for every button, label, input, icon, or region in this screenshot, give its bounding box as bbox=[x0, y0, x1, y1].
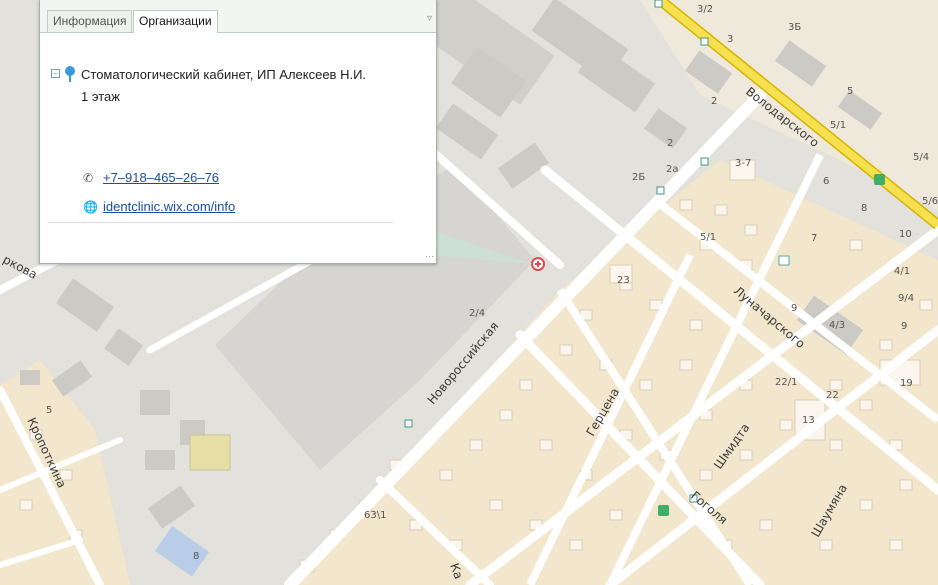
house-number: 3 bbox=[727, 34, 733, 45]
house-number: 5/1 bbox=[700, 232, 716, 243]
house-number: 2 bbox=[711, 96, 717, 107]
house-number: 7 bbox=[811, 233, 817, 244]
info-popup[interactable]: Информация Организации ▿ − Стоматологиче… bbox=[39, 0, 437, 264]
house-number: 3/2 bbox=[697, 4, 713, 15]
house-number: 4/3 bbox=[829, 320, 845, 331]
house-number: 5 bbox=[847, 86, 853, 97]
house-number: 63\1 bbox=[364, 510, 386, 521]
house-number: 5 bbox=[46, 405, 52, 416]
house-number: 4/1 bbox=[894, 266, 910, 277]
phone-row: ✆ +7–918–465–26–76 bbox=[83, 170, 219, 185]
phone-icon: ✆ bbox=[83, 171, 94, 185]
organization-floor: 1 этаж bbox=[81, 89, 120, 104]
house-number: 13 bbox=[802, 415, 815, 426]
globe-icon: 🌐 bbox=[83, 200, 98, 214]
house-number: 3-7 bbox=[735, 158, 751, 169]
house-number: 8 bbox=[193, 551, 199, 562]
map-pin-icon bbox=[65, 66, 75, 82]
house-number: 8 bbox=[861, 203, 867, 214]
house-number: 19 bbox=[900, 378, 913, 389]
house-number: 2 bbox=[667, 138, 673, 149]
house-number: 3Б bbox=[788, 22, 801, 33]
house-number: 2Б bbox=[632, 172, 645, 183]
organization-name[interactable]: Стоматологический кабинет, ИП Алексеев Н… bbox=[81, 67, 366, 82]
house-number: 9 bbox=[901, 321, 907, 332]
website-link[interactable]: identclinic.wix.com/info bbox=[103, 199, 235, 214]
divider bbox=[48, 222, 394, 223]
house-number: 6 bbox=[823, 176, 829, 187]
house-number: 9 bbox=[791, 303, 797, 314]
house-number: 9/4 bbox=[898, 293, 914, 304]
tab-organizations[interactable]: Организации bbox=[133, 10, 218, 33]
website-row: 🌐 identclinic.wix.com/info bbox=[83, 199, 235, 214]
house-number: 2а bbox=[666, 164, 679, 175]
tab-information[interactable]: Информация bbox=[47, 10, 133, 32]
resize-handle-icon[interactable]: ⋯ bbox=[425, 251, 434, 262]
house-number: 5/4 bbox=[913, 152, 929, 163]
house-number: 10 bbox=[899, 229, 912, 240]
house-number: 5/6 bbox=[922, 196, 938, 207]
house-number: 2/4 bbox=[469, 308, 485, 319]
popup-tab-bar: Информация Организации ▿ bbox=[40, 0, 436, 33]
house-number: 5/1 bbox=[830, 120, 846, 131]
house-number: 22 bbox=[826, 390, 839, 401]
house-number: 23 bbox=[617, 275, 630, 286]
house-number: 22/1 bbox=[775, 377, 797, 388]
collapse-toggle-icon[interactable]: − bbox=[51, 69, 60, 78]
chevron-down-icon[interactable]: ▿ bbox=[427, 13, 432, 24]
phone-link[interactable]: +7–918–465–26–76 bbox=[103, 170, 219, 185]
